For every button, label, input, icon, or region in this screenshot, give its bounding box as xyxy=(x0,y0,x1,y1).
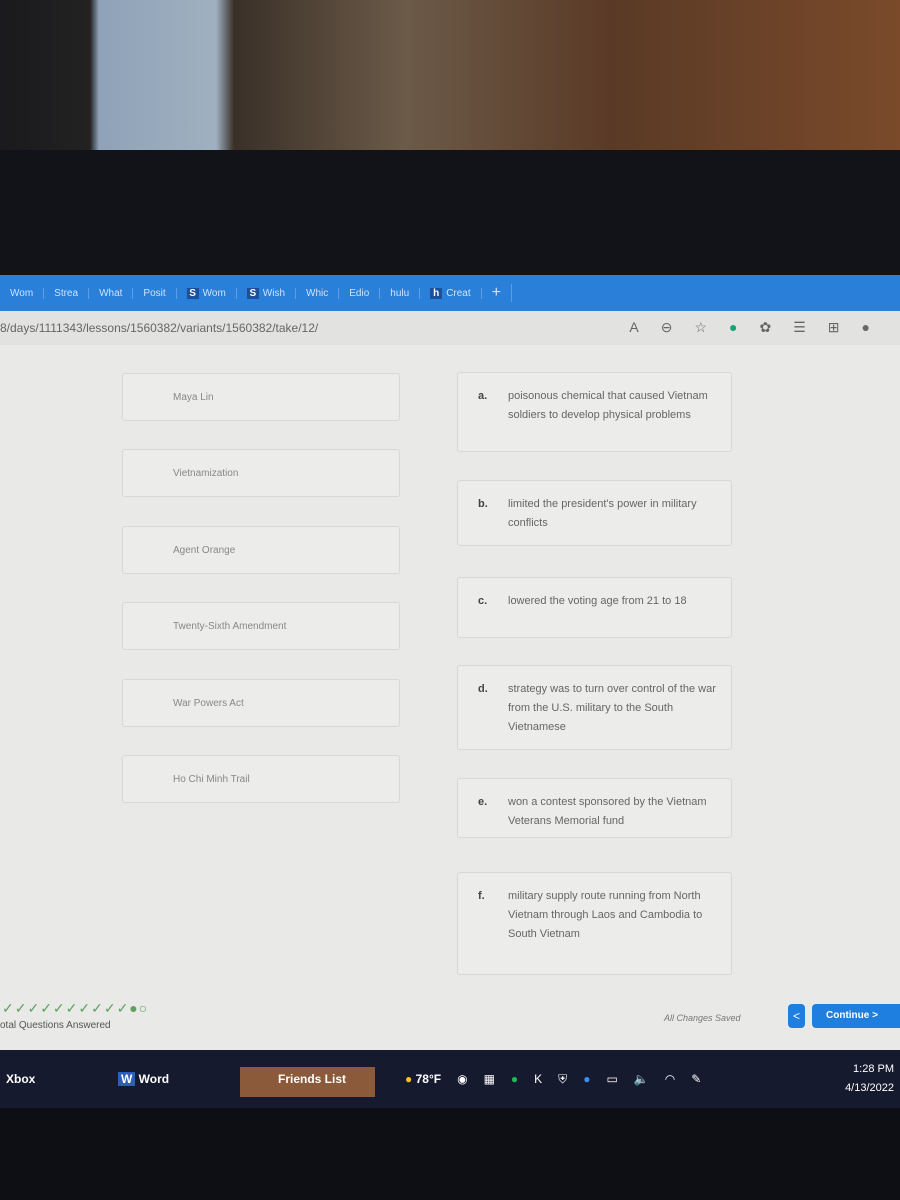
save-status: All Changes Saved xyxy=(664,1013,741,1023)
date: 4/13/2022 xyxy=(845,1082,894,1094)
system-tray: ● 78°F ◉ ▦ ● K ⛨ ● ▭ 🔈 ◠ ✎ xyxy=(405,1072,701,1087)
browser-tab[interactable]: Edio xyxy=(339,287,381,299)
new-tab-button[interactable]: + xyxy=(482,284,512,302)
favorite-icon[interactable]: ☆ xyxy=(694,319,707,336)
browser-tab[interactable]: hulu xyxy=(380,287,421,299)
spotify-icon[interactable]: ● xyxy=(511,1072,518,1087)
screen: Wom Strea What Posit S Wom S Wish Whic Edio hulu h C… xyxy=(0,275,900,1105)
clock[interactable]: 1:28 PM 4/13/2022 xyxy=(845,1060,894,1098)
definition-card[interactable]: f. military supply route running from Nor… xyxy=(457,872,732,975)
weather-widget[interactable]: ● 78°F xyxy=(405,1072,441,1087)
definition-card[interactable]: d. strategy was to turn over control of t… xyxy=(457,665,732,750)
grammarly-icon[interactable]: ● xyxy=(729,319,737,336)
pen-icon[interactable]: ✎ xyxy=(691,1072,701,1087)
security-icon[interactable]: ⛨ xyxy=(558,1072,567,1087)
background-photo xyxy=(0,0,900,150)
definition-letter: a. xyxy=(478,390,488,402)
browser-tab[interactable]: Posit xyxy=(133,287,177,299)
volume-icon[interactable]: 🔈 xyxy=(634,1072,649,1087)
back-button[interactable]: < xyxy=(788,1004,805,1028)
steam-icon[interactable]: ◉ xyxy=(457,1072,467,1087)
k-icon[interactable]: K xyxy=(534,1072,542,1087)
definition-card[interactable]: a. poisonous chemical that caused Vietnam… xyxy=(457,372,732,452)
tab-favicon: h xyxy=(430,287,443,299)
temperature: 78°F xyxy=(415,1072,442,1086)
read-aloud-icon[interactable]: A xyxy=(629,319,638,336)
taskbar-friends-list[interactable]: Friends List xyxy=(240,1067,375,1097)
time: 1:28 PM xyxy=(853,1063,894,1075)
definition-text: lowered the voting age from 21 to 18 xyxy=(508,595,687,607)
definition-text: won a contest sponsored by the Vietnam V… xyxy=(508,796,707,827)
wifi-icon[interactable]: ◠ xyxy=(665,1072,675,1087)
tab-label: Wom xyxy=(202,287,226,299)
questions-answered-label: otal Questions Answered xyxy=(0,1020,111,1031)
collections-icon[interactable]: ⊞ xyxy=(828,319,840,336)
taskbar: Xbox W Word Friends List ● 78°F ◉ ▦ ● K … xyxy=(0,1050,900,1108)
definition-text: strategy was to turn over control of the… xyxy=(508,683,716,733)
definition-letter: c. xyxy=(478,595,488,607)
definition-letter: f. xyxy=(478,890,485,902)
definition-card[interactable]: e. won a contest sponsored by the Vietnam… xyxy=(457,778,732,838)
term-card[interactable]: Agent Orange xyxy=(122,526,400,574)
term-card[interactable]: War Powers Act xyxy=(122,679,400,727)
term-card[interactable]: Vietnamization xyxy=(122,449,400,497)
definition-letter: e. xyxy=(478,796,488,808)
sun-icon: ● xyxy=(405,1072,413,1086)
definition-card[interactable]: b. limited the president's power in milit… xyxy=(457,480,732,546)
term-card[interactable]: Maya Lin xyxy=(122,373,400,421)
monitor-bezel xyxy=(0,150,900,275)
address-bar[interactable]: 8/days/1111343/lessons/1560382/variants/… xyxy=(0,311,900,345)
tab-label: Whic xyxy=(306,287,329,299)
tab-label: Creat xyxy=(446,287,471,299)
tab-label: hulu xyxy=(390,287,410,299)
word-icon: W xyxy=(118,1072,136,1086)
profile-icon[interactable]: ● xyxy=(862,319,870,336)
word-label: Word xyxy=(138,1072,170,1086)
progress-dots: ✓✓✓✓✓✓✓✓✓✓●○ xyxy=(2,1000,149,1016)
browser-tab[interactable]: h Creat xyxy=(420,287,482,299)
definition-text: poisonous chemical that caused Vietnam s… xyxy=(508,390,708,421)
browser-tab[interactable]: S Wom xyxy=(177,287,237,299)
browser-tab[interactable]: Whic xyxy=(296,287,340,299)
continue-button[interactable]: Continue > xyxy=(812,1004,900,1028)
url-text[interactable]: 8/days/1111343/lessons/1560382/variants/… xyxy=(0,321,318,335)
tab-label: What xyxy=(99,287,123,299)
tab-favicon: S xyxy=(246,287,259,299)
definition-text: limited the president's power in militar… xyxy=(508,498,697,529)
taskbar-word[interactable]: W Word xyxy=(118,1072,169,1086)
bluetooth-icon[interactable]: ● xyxy=(583,1072,590,1087)
tab-favicon: S xyxy=(186,287,199,299)
zoom-icon[interactable]: ⊖ xyxy=(661,319,673,336)
tab-bar: Wom Strea What Posit S Wom S Wish Whic Edio hulu h C… xyxy=(0,275,900,311)
browser-tab[interactable]: Strea xyxy=(44,287,90,299)
tab-label: Edio xyxy=(349,287,370,299)
tab-label: Posit xyxy=(143,287,166,299)
battery-icon[interactable]: ▭ xyxy=(606,1072,617,1087)
tab-label: Strea xyxy=(54,287,79,299)
term-card[interactable]: Ho Chi Minh Trail xyxy=(122,755,400,803)
definition-card[interactable]: c. lowered the voting age from 21 to 18 xyxy=(457,577,732,638)
definition-text: military supply route running from North… xyxy=(508,890,703,940)
tab-label: Wom xyxy=(10,287,34,299)
definition-letter: b. xyxy=(478,498,488,510)
browser-tab[interactable]: What xyxy=(89,287,134,299)
term-card[interactable]: Twenty-Sixth Amendment xyxy=(122,602,400,650)
taskbar-xbox[interactable]: Xbox xyxy=(6,1072,35,1086)
browser-tab[interactable]: S Wish xyxy=(237,287,297,299)
app-icon[interactable]: ▦ xyxy=(484,1072,495,1087)
extensions-icon[interactable]: ✿ xyxy=(760,319,772,336)
definition-letter: d. xyxy=(478,683,488,695)
browser-tab[interactable]: Wom xyxy=(0,287,45,299)
tab-label: Wish xyxy=(262,287,286,299)
favorites-list-icon[interactable]: ☰ xyxy=(793,319,806,336)
